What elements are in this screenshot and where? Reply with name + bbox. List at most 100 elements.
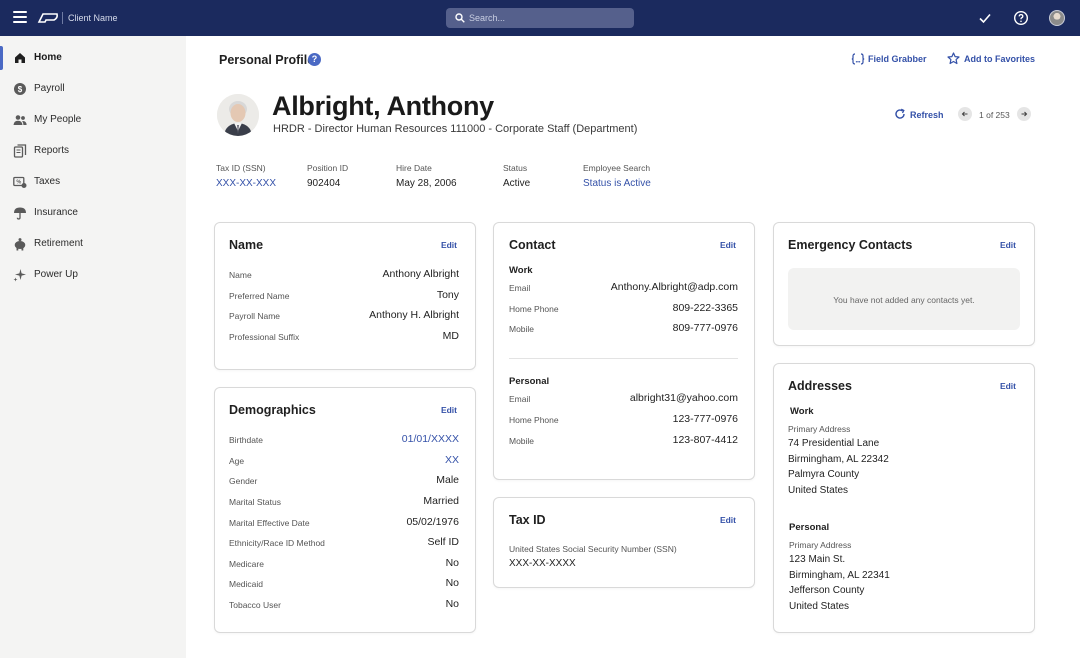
field-grabber-button[interactable]: Field Grabber: [868, 53, 927, 65]
tax-id-card: Tax ID Edit United States Social Securit…: [493, 497, 755, 588]
stat-value: 902404: [307, 178, 341, 189]
stat-value: Active: [503, 178, 531, 189]
empty-state-text: You have not added any contacts yet.: [833, 295, 975, 305]
refresh-icon[interactable]: [894, 108, 906, 120]
field-grabber-icon[interactable]: [851, 53, 865, 65]
address-line: Birmingham, AL 22342: [788, 454, 889, 465]
sidebar-item-label: My People: [34, 114, 82, 125]
card-title: Addresses: [788, 379, 852, 393]
piggy-bank-icon: [14, 238, 26, 251]
sidebar-item-label: Reports: [34, 145, 70, 156]
edit-button[interactable]: Edit: [720, 240, 736, 250]
sidebar-item-label: Home: [34, 52, 62, 63]
edit-button[interactable]: Edit: [1000, 240, 1016, 250]
info-row: Email albright31@yahoo.com: [509, 392, 738, 406]
edit-button[interactable]: Edit: [720, 515, 736, 525]
taxes-icon: %: [13, 176, 27, 188]
address-label: Primary Address: [789, 540, 852, 550]
row-label: Marital Status: [229, 497, 281, 507]
dollar-icon: $: [14, 83, 26, 95]
sidebar-item-power-up[interactable]: Power Up: [0, 261, 186, 289]
row-label: Mobile: [509, 324, 535, 334]
arrow-left-icon: [961, 111, 968, 117]
sidebar-item-payroll[interactable]: $ Payroll: [0, 75, 186, 103]
divider: [509, 358, 738, 359]
stat-value-link[interactable]: Status is Active: [583, 178, 651, 190]
svg-text:%: %: [16, 180, 21, 186]
people-icon: [13, 115, 27, 125]
card-title: Tax ID: [509, 513, 546, 527]
previous-button[interactable]: [958, 107, 972, 121]
stat-status: Status Active: [503, 163, 530, 190]
checkmark-icon[interactable]: [977, 10, 993, 26]
address-line: Birmingham, AL 22341: [789, 570, 890, 581]
row-value: 01/01/XXXX: [401, 433, 459, 445]
stat-value: May 28, 2006: [396, 178, 457, 189]
row-value: albright31@yahoo.com: [629, 392, 738, 404]
emergency-contacts-card: Emergency Contacts Edit You have not add…: [773, 222, 1035, 346]
row-value: Self ID: [427, 536, 459, 548]
pager-count: 1 of 253: [979, 110, 1010, 120]
card-title: Demographics: [229, 403, 316, 417]
divider: [62, 12, 63, 24]
help-circle-icon[interactable]: [1013, 10, 1029, 26]
row-label: Name: [229, 270, 252, 280]
info-row: Preferred Name Tony: [229, 289, 459, 303]
sidebar-item-label: Payroll: [34, 83, 65, 94]
search-icon: [455, 13, 465, 23]
row-label: Home Phone: [509, 415, 559, 425]
edit-button[interactable]: Edit: [441, 240, 457, 250]
address-line: Palmyra County: [788, 469, 860, 480]
next-button[interactable]: [1017, 107, 1031, 121]
section-heading: Personal: [789, 522, 830, 533]
info-row: Mobile 123-807-4412: [509, 434, 738, 448]
page-title: Personal Profile: [219, 53, 315, 67]
stat-label: Employee Search: [583, 163, 651, 173]
sidebar-item-reports[interactable]: Reports: [0, 137, 186, 165]
employee-job-title: HRDR - Director Human Resources 111000 -…: [273, 123, 638, 135]
field-label: United States Social Security Number (SS…: [509, 544, 677, 554]
name-card: Name Edit Name Anthony Albright Preferred…: [214, 222, 476, 370]
sidebar-item-home[interactable]: Home: [0, 44, 186, 72]
info-row: Tobacco User No: [229, 598, 459, 612]
row-value: 123-777-0976: [672, 413, 738, 425]
card-title: Name: [229, 238, 264, 252]
info-row: Age XX: [229, 454, 459, 468]
stat-value-link[interactable]: XXX-XX-XXX: [216, 178, 276, 190]
row-value: Tony: [436, 289, 459, 301]
info-row: Home Phone 809-222-3365: [509, 302, 738, 316]
user-avatar[interactable]: [1049, 10, 1065, 26]
stat-employee-search: Employee Search Status is Active: [583, 163, 651, 190]
edit-button[interactable]: Edit: [1000, 381, 1016, 391]
row-value: Anthony.Albright@adp.com: [610, 281, 738, 293]
row-value: Anthony Albright: [382, 268, 459, 280]
search-placeholder: Search...: [469, 13, 506, 23]
adp-logo-icon[interactable]: [37, 11, 59, 25]
stat-label: Tax ID (SSN): [216, 163, 266, 173]
row-label: Professional Suffix: [229, 332, 300, 342]
employee-avatar: [217, 94, 259, 136]
star-icon[interactable]: [947, 52, 960, 65]
field-value: XXX-XX-XXXX: [509, 558, 576, 569]
sidebar-item-taxes[interactable]: % Taxes: [0, 168, 186, 196]
sidebar-item-retirement[interactable]: Retirement: [0, 230, 186, 258]
client-name: Client Name: [68, 13, 118, 23]
edit-button[interactable]: Edit: [441, 405, 457, 415]
refresh-button[interactable]: Refresh: [910, 109, 944, 121]
help-icon[interactable]: ?: [308, 53, 321, 66]
address-line: United States: [788, 485, 849, 496]
search-input[interactable]: Search...: [446, 8, 634, 28]
menu-icon[interactable]: [13, 11, 27, 25]
row-label: Payroll Name: [229, 311, 281, 321]
row-value: 05/02/1976: [406, 516, 459, 528]
addresses-card: Addresses Edit Work Primary Address 74 P…: [773, 363, 1035, 633]
row-label: Medicare: [229, 559, 264, 569]
info-row: Mobile 809-777-0976: [509, 322, 738, 336]
sidebar-item-insurance[interactable]: Insurance: [0, 199, 186, 227]
info-row: Marital Status Married: [229, 495, 459, 509]
arrow-right-icon: [1021, 111, 1028, 117]
row-value: No: [445, 598, 459, 610]
sidebar-item-my-people[interactable]: My People: [0, 106, 186, 134]
add-to-favorites-button[interactable]: Add to Favorites: [964, 53, 1035, 65]
card-title: Emergency Contacts: [788, 238, 913, 252]
